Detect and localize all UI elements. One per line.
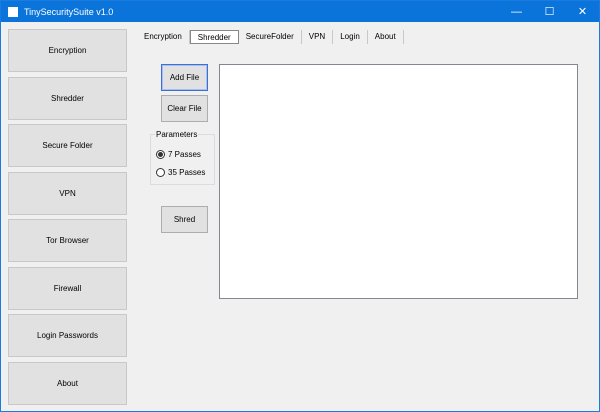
sidebar-item-vpn[interactable]: VPN <box>8 172 127 215</box>
radio-7-passes[interactable]: 7 Passes <box>156 150 201 159</box>
radio-label: 7 Passes <box>168 150 201 159</box>
main-window: TinySecuritySuite v1.0 — ☐ ✕ Encryption … <box>0 0 600 412</box>
tab-securefolder[interactable]: SecureFolder <box>239 29 302 44</box>
sidebar-item-login-passwords[interactable]: Login Passwords <box>8 314 127 357</box>
maximize-button[interactable]: ☐ <box>533 1 566 22</box>
tab-vpn[interactable]: VPN <box>302 29 334 44</box>
tab-bar: Encryption Shredder SecureFolder VPN Log… <box>137 29 404 44</box>
sidebar-item-encryption[interactable]: Encryption <box>8 29 127 72</box>
sidebar-item-firewall[interactable]: Firewall <box>8 267 127 310</box>
add-file-button[interactable]: Add File <box>161 64 208 91</box>
close-button[interactable]: ✕ <box>566 1 599 22</box>
title-bar: TinySecuritySuite v1.0 — ☐ ✕ <box>1 1 599 22</box>
tab-encryption[interactable]: Encryption <box>137 29 190 44</box>
tab-about[interactable]: About <box>368 29 404 44</box>
window-title: TinySecuritySuite v1.0 <box>24 6 114 17</box>
tab-shredder[interactable]: Shredder <box>189 29 239 44</box>
parameters-group: Parameters 7 Passes 35 Passes <box>150 130 215 185</box>
sidebar-item-shredder[interactable]: Shredder <box>8 77 127 120</box>
clear-file-button[interactable]: Clear File <box>161 95 208 122</box>
parameters-label: Parameters <box>155 130 199 139</box>
sidebar-item-about[interactable]: About <box>8 362 127 405</box>
shred-button[interactable]: Shred <box>161 206 208 233</box>
radio-label: 35 Passes <box>168 168 206 177</box>
radio-unchecked-icon <box>156 168 165 177</box>
radio-checked-icon <box>156 150 165 159</box>
sidebar-item-tor-browser[interactable]: Tor Browser <box>8 219 127 262</box>
radio-35-passes[interactable]: 35 Passes <box>156 168 205 177</box>
sidebar-item-secure-folder[interactable]: Secure Folder <box>8 124 127 167</box>
app-icon <box>8 6 18 17</box>
file-list[interactable] <box>219 64 578 299</box>
minimize-button[interactable]: — <box>500 1 533 22</box>
tab-login[interactable]: Login <box>333 29 368 44</box>
